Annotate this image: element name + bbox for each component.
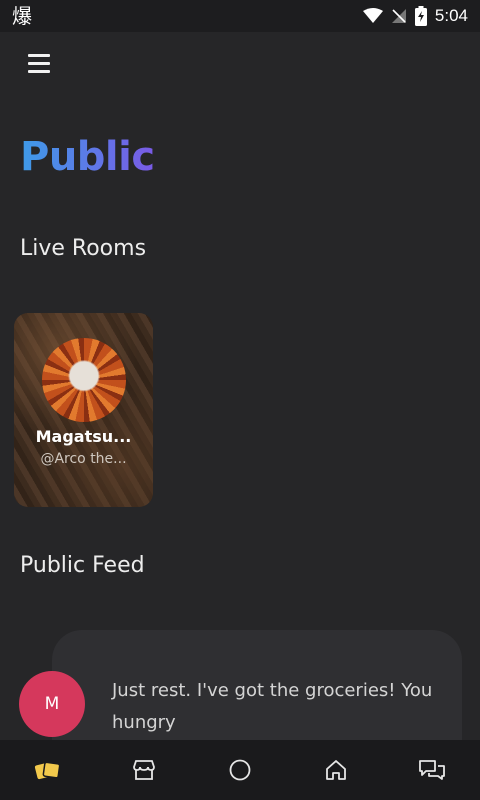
page-title: Public — [20, 134, 155, 180]
home-icon — [326, 760, 346, 780]
wifi-icon — [362, 8, 383, 23]
live-rooms-heading: Live Rooms — [20, 236, 147, 261]
bottom-nav — [0, 740, 480, 800]
notification-glyph: 爆 — [12, 4, 32, 28]
live-room-card[interactable]: Magatsu... @Arco the... — [14, 313, 153, 507]
chat-icon — [419, 760, 445, 780]
battery-charging-icon — [414, 6, 427, 26]
room-host-avatar — [42, 338, 126, 422]
nav-cards[interactable] — [28, 750, 68, 790]
store-icon — [133, 760, 155, 780]
feed-post-avatar[interactable]: M — [19, 671, 85, 737]
avatar-letter: M — [44, 694, 60, 714]
circle-icon — [229, 759, 251, 781]
nav-store[interactable] — [124, 750, 164, 790]
hamburger-menu-icon[interactable] — [28, 54, 54, 76]
room-handle: @Arco the... — [40, 451, 127, 467]
room-name: Magatsu... — [35, 427, 132, 446]
cards-icon — [34, 761, 61, 780]
clock: 5:04 — [434, 6, 468, 25]
status-icons: 5:04 — [362, 6, 468, 26]
nav-home[interactable] — [316, 750, 356, 790]
public-feed-heading: Public Feed — [20, 553, 145, 578]
status-bar: 爆 5:04 — [0, 0, 480, 32]
nav-chat[interactable] — [412, 750, 452, 790]
no-signal-icon — [391, 9, 406, 23]
nav-circle[interactable] — [220, 750, 260, 790]
feed-post-text: Just rest. I've got the groceries! You h… — [112, 680, 433, 733]
